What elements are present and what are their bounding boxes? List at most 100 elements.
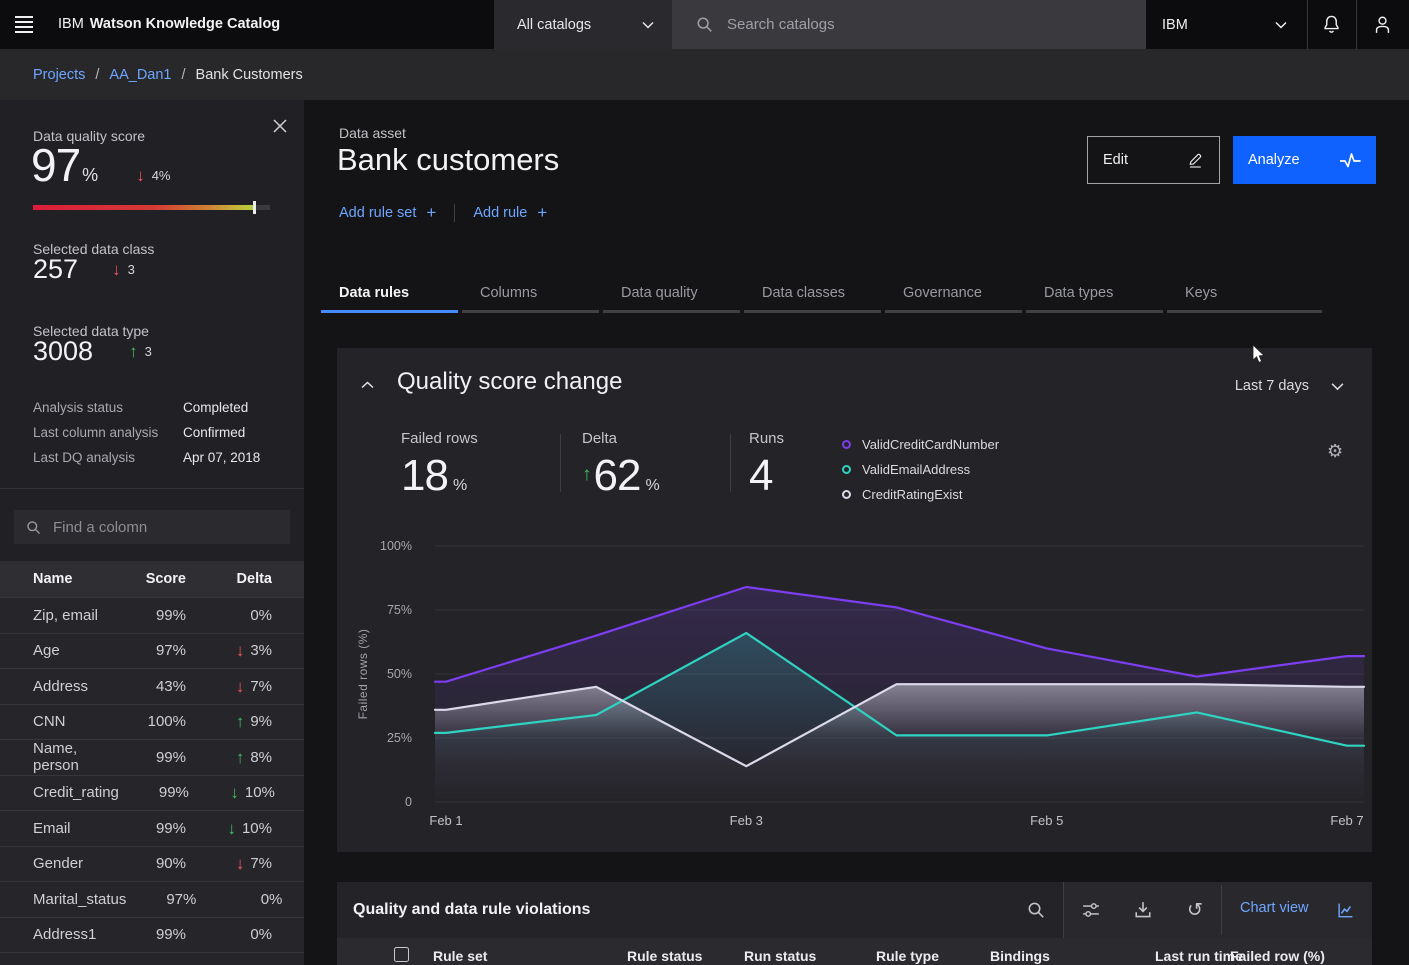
column-row[interactable]: Credit_rating99%↓10% (0, 775, 304, 811)
legend-item[interactable]: ValidCreditCardNumber (842, 432, 999, 457)
select-all-checkbox[interactable] (394, 947, 409, 962)
analysis-details: Analysis statusCompletedLast column anal… (33, 395, 273, 470)
plus-icon[interactable]: + (426, 203, 436, 223)
breadcrumb-projects[interactable]: Projects (33, 67, 85, 83)
divider (560, 434, 561, 492)
header-delta: Delta (186, 571, 272, 587)
catalog-selector[interactable]: All catalogs (494, 0, 672, 49)
user-profile-button[interactable] (1356, 0, 1409, 49)
violations-table-header: Rule setRule statusRun statusRule typeBi… (337, 938, 1372, 965)
tab-columns[interactable]: Columns (462, 278, 599, 313)
column-delta: 0% (196, 891, 282, 908)
svg-text:100%: 100% (380, 539, 412, 553)
hamburger-menu-icon[interactable] (0, 0, 48, 49)
legend-item[interactable]: ValidEmailAddress (842, 457, 999, 482)
column-row[interactable]: Email99%↓10% (0, 810, 304, 846)
pulse-icon (1340, 152, 1361, 169)
refresh-icon[interactable]: ↺ (1184, 899, 1206, 921)
account-label: IBM (1162, 17, 1188, 33)
column-row[interactable]: Address43%↓7% (0, 668, 304, 704)
chart-view-toggle[interactable]: Chart view (1240, 900, 1309, 916)
add-rule-set-link[interactable]: Add rule set (339, 205, 416, 221)
download-icon[interactable] (1132, 899, 1154, 921)
arrow-down-icon: ↓ (236, 642, 245, 659)
search-input[interactable] (727, 16, 1107, 33)
column-name: Email (33, 820, 116, 837)
plus-icon[interactable]: + (537, 203, 547, 223)
collapse-chevron-icon[interactable] (361, 376, 381, 396)
quality-score-delta: ↓4% (136, 167, 170, 184)
stat-label: Failed rows (401, 430, 478, 447)
violations-col-rule-status: Rule status (627, 948, 702, 964)
detail-row: Last DQ analysisApr 07, 2018 (33, 445, 273, 470)
violations-toolbar: Quality and data rule violations ↺ Chart… (337, 882, 1372, 938)
column-search (14, 510, 290, 544)
tab-data-quality[interactable]: Data quality (603, 278, 740, 313)
breadcrumb: Projects / AA_Dan1 / Bank Customers (0, 49, 1409, 100)
data-type-stat: 3008 ↑3 (33, 336, 152, 367)
column-row[interactable]: Marital_status97%0% (0, 881, 304, 917)
notifications-button[interactable] (1307, 0, 1356, 49)
tab-governance[interactable]: Governance (885, 278, 1022, 313)
detail-label: Analysis status (33, 400, 183, 415)
chevron-down-icon (1275, 21, 1287, 29)
chevron-down-icon (642, 21, 654, 29)
legend-ring-icon (842, 440, 851, 449)
chart-view-icon[interactable] (1334, 899, 1356, 921)
column-row[interactable]: Name, person99%↑8% (0, 739, 304, 775)
account-selector[interactable]: IBM (1146, 0, 1307, 49)
arrow-up-icon: ↑ (236, 749, 245, 766)
gear-icon[interactable]: ⚙ (1327, 442, 1343, 460)
legend-label: ValidEmailAddress (862, 462, 970, 477)
stat-value: 62 (594, 451, 641, 501)
edit-button[interactable]: Edit (1087, 136, 1220, 184)
data-class-stat: 257 ↓3 (33, 254, 135, 285)
close-icon[interactable] (268, 114, 292, 138)
column-delta: ↑9% (186, 713, 272, 730)
divider (1221, 885, 1222, 935)
breadcrumb-project-name[interactable]: AA_Dan1 (109, 67, 171, 83)
column-delta: ↑8% (186, 749, 272, 766)
tab-data-rules[interactable]: Data rules (321, 278, 458, 313)
column-score: 43% (116, 678, 186, 695)
column-delta: 0% (186, 926, 272, 943)
stat-runs: Runs 4 (749, 430, 784, 501)
time-range-selector[interactable]: Last 7 days (1235, 378, 1344, 394)
violations-col-bindings: Bindings (990, 948, 1050, 964)
tab-keys[interactable]: Keys (1167, 278, 1322, 313)
detail-value: Confirmed (183, 425, 245, 440)
column-score: 99% (116, 749, 186, 766)
column-score: 100% (116, 713, 186, 730)
arrow-down-icon: ↓ (236, 678, 245, 695)
tab-data-classes[interactable]: Data classes (744, 278, 881, 313)
column-row[interactable]: Age97%↓3% (0, 633, 304, 669)
search-icon[interactable] (1025, 899, 1047, 921)
search-icon (696, 16, 713, 33)
user-icon (1373, 15, 1392, 34)
column-score: 99% (119, 784, 189, 801)
columns-table-body: Zip, email99%0%Age97%↓3%Address43%↓7%CNN… (0, 597, 304, 965)
column-name: Gender (33, 855, 116, 872)
tab-data-types[interactable]: Data types (1026, 278, 1163, 313)
legend-item[interactable]: CreditRatingExist (842, 482, 999, 507)
pencil-icon (1187, 152, 1204, 169)
quality-score-line-chart: 100%75%50%25%0Feb 1Feb 3Feb 5Feb 7Failed… (337, 518, 1372, 852)
analyze-button[interactable]: Analyze (1233, 136, 1376, 184)
column-row[interactable]: Zip, email99%0% (0, 597, 304, 633)
column-search-input[interactable] (53, 519, 273, 536)
data-type-delta: ↑3 (129, 343, 152, 360)
add-rule-link[interactable]: Add rule (473, 205, 527, 221)
divider (454, 204, 455, 222)
detail-value: Completed (183, 400, 248, 415)
filter-sliders-icon[interactable] (1080, 899, 1102, 921)
violations-card: Quality and data rule violations ↺ Chart… (337, 882, 1372, 965)
arrow-down-icon: ↓ (227, 820, 236, 837)
column-row[interactable]: CNN100%↑9% (0, 704, 304, 740)
detail-value: Apr 07, 2018 (183, 450, 260, 465)
data-type-value: 3008 (33, 336, 93, 367)
svg-text:0: 0 (405, 795, 412, 809)
detail-label: Last DQ analysis (33, 450, 183, 465)
column-row[interactable]: Gender90%↓7% (0, 846, 304, 882)
column-row-clipped[interactable] (0, 952, 304, 965)
column-row[interactable]: Address199%0% (0, 917, 304, 953)
